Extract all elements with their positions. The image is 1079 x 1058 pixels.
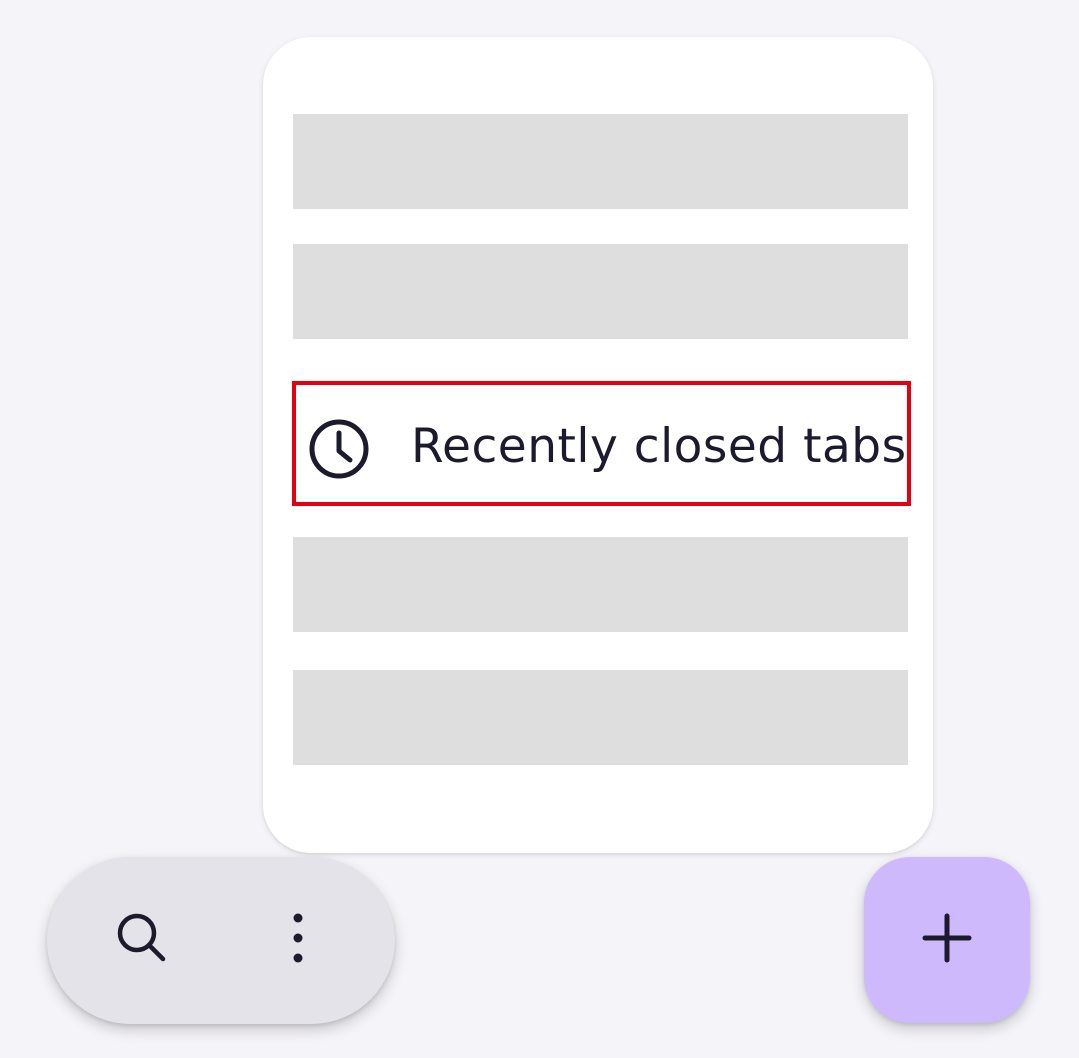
menu-item-placeholder[interactable] (293, 114, 908, 209)
menu-item-placeholder[interactable] (293, 670, 908, 765)
menu-item-placeholder[interactable] (293, 537, 908, 632)
menu-item-placeholder[interactable] (293, 244, 908, 339)
more-options-button[interactable] (253, 895, 343, 985)
recently-closed-tabs-item[interactable]: Recently closed tabs (292, 381, 911, 506)
clock-icon (306, 416, 372, 482)
bottom-toolbar (47, 857, 395, 1024)
search-button[interactable] (97, 895, 187, 985)
menu-item-label: Recently closed tabs (411, 419, 907, 474)
screen: Recently closed tabs (0, 0, 1079, 1058)
more-vert-icon (288, 908, 308, 972)
search-icon (112, 908, 172, 972)
plus-icon (917, 908, 977, 972)
overflow-menu: Recently closed tabs (263, 37, 933, 853)
new-tab-button[interactable] (864, 857, 1030, 1023)
